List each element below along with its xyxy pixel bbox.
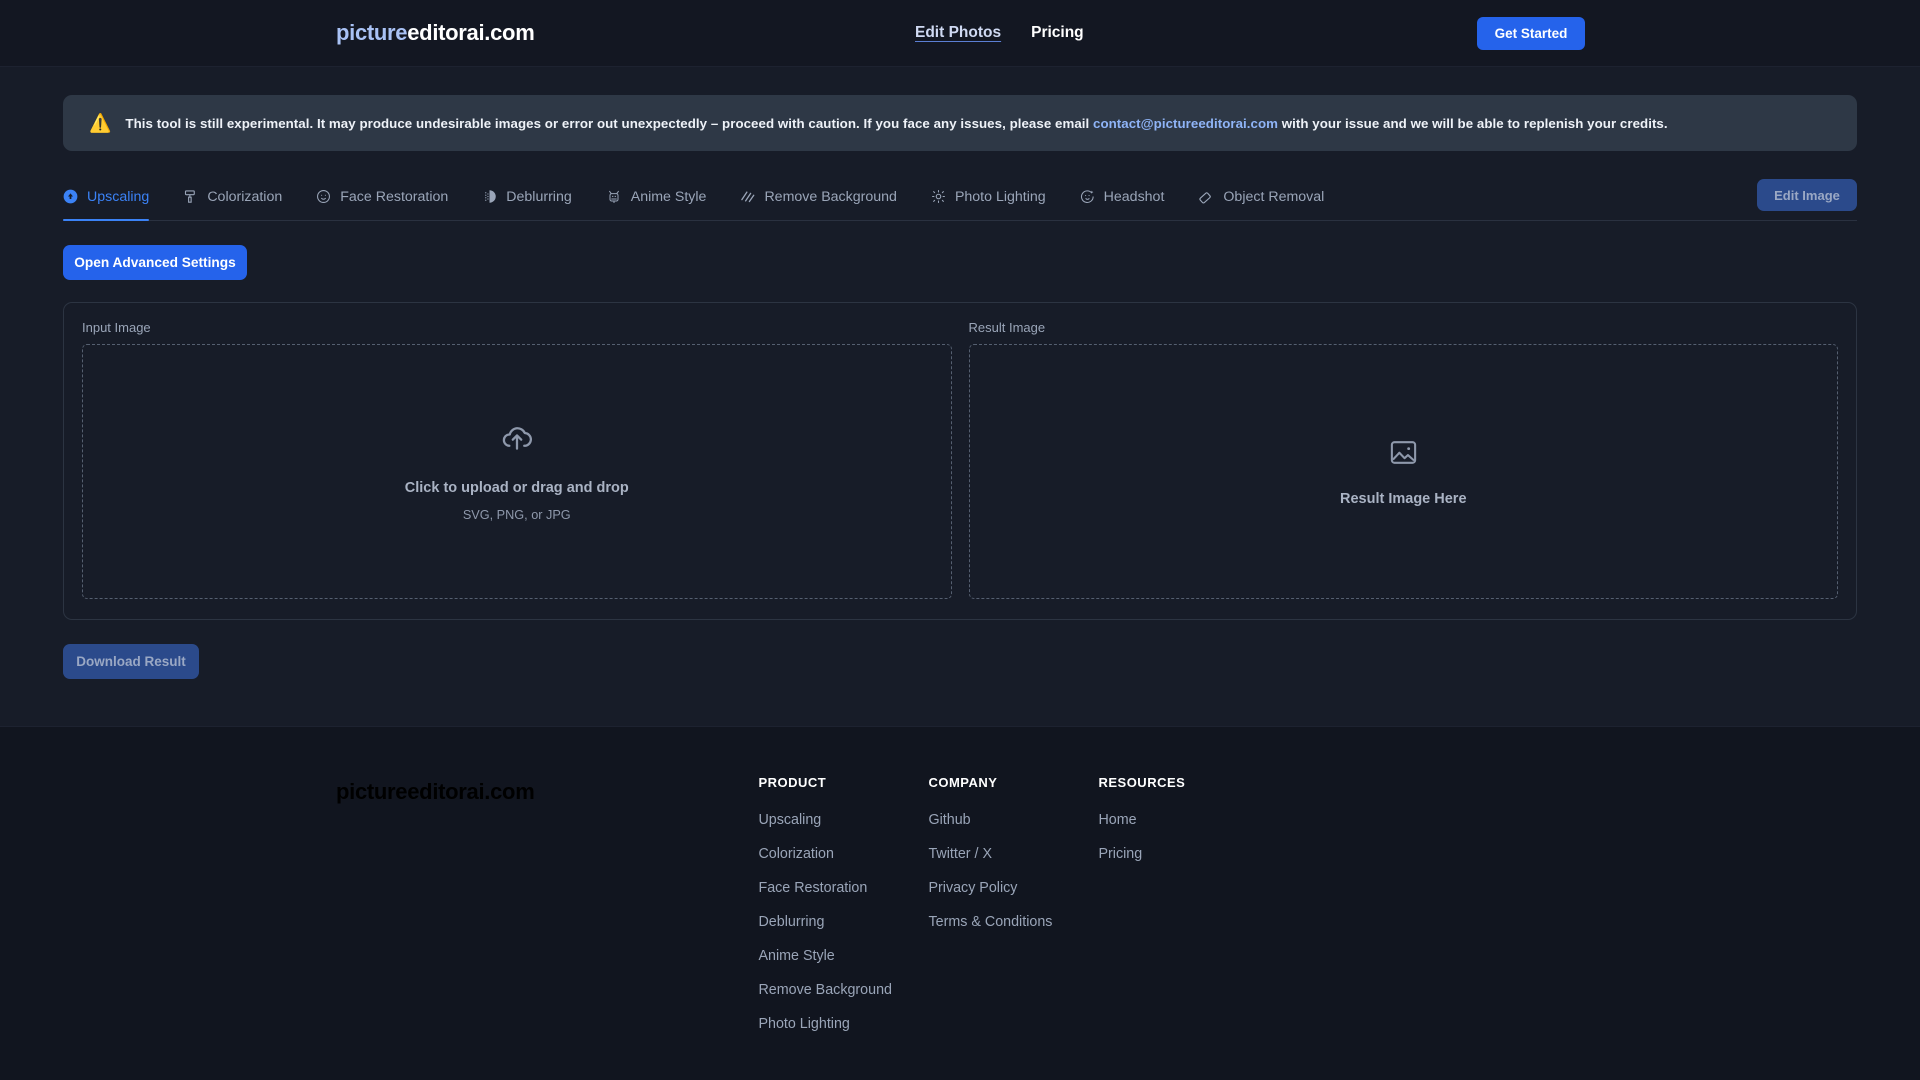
tab-label: Headshot	[1103, 188, 1165, 205]
tab-label: Photo Lighting	[954, 188, 1046, 205]
footer-link-photo-lighting[interactable]: Photo Lighting	[758, 1016, 928, 1032]
footer-link-terms-conditions[interactable]: Terms & Conditions	[928, 914, 1098, 930]
warning-triangle-icon: ⚠️	[89, 113, 112, 133]
tab-colorization[interactable]: Colorization	[183, 173, 282, 220]
footer-link-privacy-policy[interactable]: Privacy Policy	[928, 880, 1098, 896]
tab-label: Anime Style	[630, 188, 707, 205]
input-image-pane: Input Image Click to upload or drag and …	[82, 320, 952, 599]
tool-tabs-bar: Upscaling Colorization Face Restoration …	[63, 173, 1857, 221]
footer-logo-secondary: editorai.com	[407, 779, 535, 804]
result-image-pane: Result Image Result Image Here	[968, 320, 1838, 599]
nav-link-pricing[interactable]: Pricing	[1031, 24, 1084, 42]
banner-message: This tool is still experimental. It may …	[125, 116, 1667, 131]
banner-text-before: This tool is still experimental. It may …	[125, 115, 1094, 131]
site-footer: pictureeditorai.com PRODUCT Upscaling Co…	[0, 726, 1920, 1080]
tab-headshot[interactable]: Headshot	[1080, 173, 1165, 220]
half-blur-circle-icon	[482, 189, 497, 204]
footer-link-face-restoration[interactable]: Face Restoration	[758, 880, 928, 896]
footer-link-pricing[interactable]: Pricing	[1098, 846, 1268, 862]
cloud-upload-icon	[500, 421, 534, 460]
sparkle-face-icon	[1080, 189, 1095, 204]
smiley-face-icon	[316, 189, 331, 204]
footer-columns: PRODUCT Upscaling Colorization Face Rest…	[758, 775, 1268, 1080]
anime-robot-icon	[606, 189, 622, 205]
result-placeholder-text: Result Image Here	[1339, 490, 1467, 507]
input-image-label: Input Image	[82, 320, 151, 335]
footer-link-github[interactable]: Github	[928, 812, 1098, 828]
tab-photo-lighting[interactable]: Photo Lighting	[931, 173, 1046, 220]
footer-link-deblurring[interactable]: Deblurring	[758, 914, 928, 930]
footer-column-title: PRODUCT	[758, 775, 827, 790]
tab-label: Upscaling	[87, 188, 150, 205]
edit-image-button[interactable]: Edit Image	[1757, 179, 1857, 211]
footer-link-colorization[interactable]: Colorization	[758, 846, 928, 862]
main-nav: Edit Photos Pricing	[915, 24, 1084, 42]
tab-label: Face Restoration	[340, 188, 449, 205]
site-logo[interactable]: pictureeditorai.com	[336, 20, 535, 46]
image-placeholder-icon	[1388, 437, 1419, 473]
editor-panel: Input Image Click to upload or drag and …	[63, 302, 1857, 620]
eraser-icon	[1198, 189, 1214, 205]
footer-link-remove-background[interactable]: Remove Background	[758, 982, 928, 998]
footer-link-twitter-x[interactable]: Twitter / X	[928, 846, 1098, 862]
site-header: pictureeditorai.com Edit Photos Pricing …	[0, 0, 1920, 67]
input-dropzone[interactable]: Click to upload or drag and drop SVG, PN…	[82, 344, 952, 599]
footer-link-home[interactable]: Home	[1098, 812, 1268, 828]
tab-label: Colorization	[207, 188, 283, 205]
experimental-warning-banner: ⚠️ This tool is still experimental. It m…	[63, 95, 1857, 151]
support-email-link[interactable]: contact@pictureeditorai.com	[1093, 116, 1278, 131]
diagonal-stripes-icon	[740, 189, 755, 204]
tab-deblurring[interactable]: Deblurring	[482, 173, 572, 220]
footer-column-title: COMPANY	[928, 775, 998, 790]
tab-label: Object Removal	[1223, 188, 1325, 205]
upload-format-hint: SVG, PNG, or JPG	[462, 508, 571, 522]
footer-column-title: RESOURCES	[1098, 775, 1186, 790]
tab-upscaling[interactable]: Upscaling	[63, 173, 150, 221]
tab-face-restoration[interactable]: Face Restoration	[316, 173, 448, 220]
tab-remove-background[interactable]: Remove Background	[740, 173, 897, 220]
result-image-label: Result Image	[968, 320, 1046, 335]
tool-tabs: Upscaling Colorization Face Restoration …	[63, 173, 1324, 221]
tab-object-removal[interactable]: Object Removal	[1198, 173, 1324, 220]
footer-link-upscaling[interactable]: Upscaling	[758, 812, 928, 828]
get-started-button[interactable]: Get Started	[1477, 16, 1585, 50]
banner-text-after: with your issue and we will be able to r…	[1278, 115, 1668, 131]
sun-icon	[931, 189, 946, 204]
nav-link-edit-photos[interactable]: Edit Photos	[915, 24, 1001, 42]
footer-link-anime-style[interactable]: Anime Style	[758, 948, 928, 964]
logo-text-primary: picture	[336, 20, 408, 45]
tab-label: Deblurring	[506, 188, 572, 205]
footer-column-resources: RESOURCES Home Pricing	[1098, 775, 1268, 1080]
result-dropzone: Result Image Here	[968, 344, 1838, 599]
footer-logo-primary: picture	[336, 779, 408, 804]
footer-column-product: PRODUCT Upscaling Colorization Face Rest…	[758, 775, 928, 1080]
upload-circle-icon	[63, 189, 78, 204]
footer-logo[interactable]: pictureeditorai.com	[336, 779, 535, 805]
open-advanced-settings-button[interactable]: Open Advanced Settings	[63, 245, 247, 280]
tab-label: Remove Background	[764, 188, 897, 205]
upload-main-text: Click to upload or drag and drop	[404, 480, 629, 496]
footer-column-company: COMPANY Github Twitter / X Privacy Polic…	[928, 775, 1098, 1080]
logo-text-secondary: editorai.com	[407, 20, 535, 45]
download-result-button[interactable]: Download Result	[63, 644, 199, 679]
paint-roller-icon	[183, 189, 198, 204]
tab-anime-style[interactable]: Anime Style	[606, 173, 707, 220]
